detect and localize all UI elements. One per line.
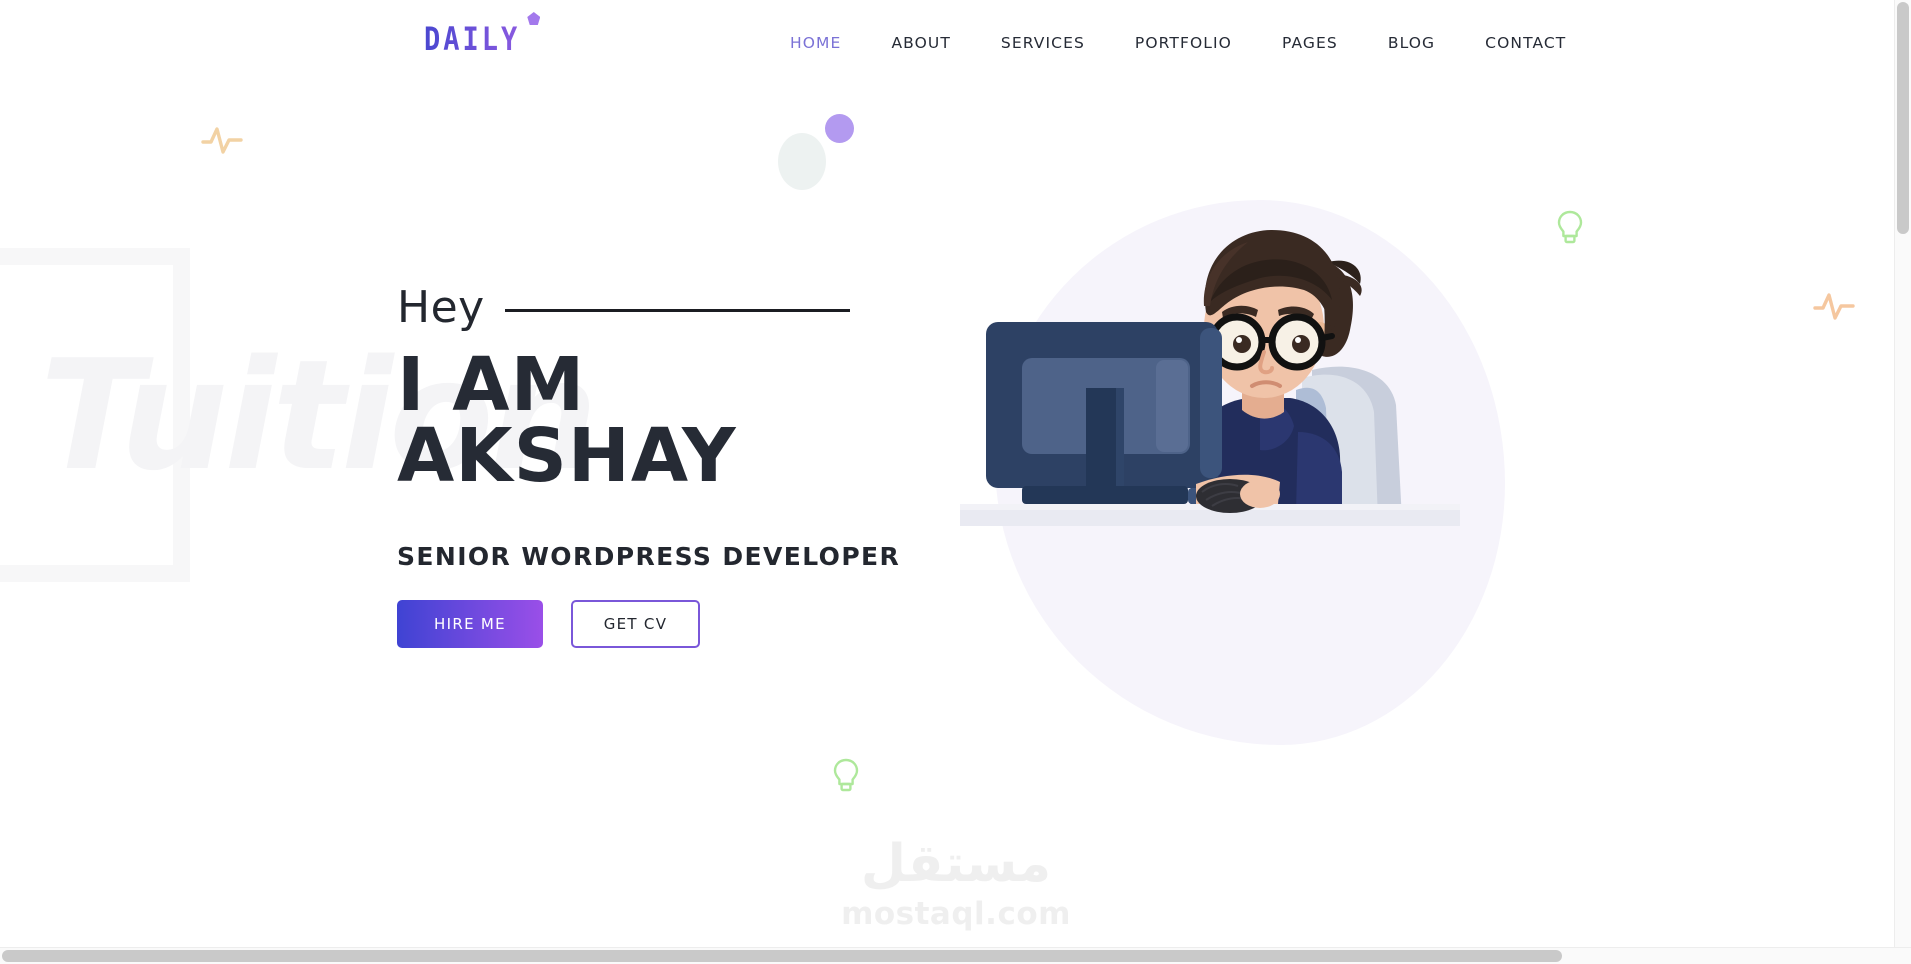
nav-item-portfolio[interactable]: PORTFOLIO [1135, 30, 1232, 56]
hero-text-block: Hey I AM AKSHAY SENIOR WORDPRESS DEVELOP… [397, 278, 900, 648]
mostaql-watermark-latin: mostaql.com [841, 896, 1071, 932]
hero-greeting-row: Hey [397, 278, 900, 338]
mostaql-watermark-arabic: مستقل [860, 834, 1052, 894]
pulse-wave-icon [201, 127, 243, 154]
page-root: Tuition DAILY HOME ABOUT SERVICES PORTFO… [0, 0, 1911, 964]
brand-logo-text: DAILY [424, 21, 521, 59]
nav-item-blog[interactable]: BLOG [1388, 30, 1435, 56]
light-bulb-icon-right [1557, 210, 1583, 244]
hire-me-button[interactable]: HIRE ME [397, 599, 543, 648]
hero-greeting-rule [504, 308, 850, 312]
hero-role-subtitle: SENIOR WORDPRESS DEVELOPER [397, 541, 901, 571]
brand-logo[interactable]: DAILY [424, 12, 541, 56]
brand-accent-pentagon-icon [527, 12, 541, 25]
pulse-wave-icon-right [1813, 293, 1855, 320]
horizontal-scrollbar-thumb[interactable] [2, 950, 1562, 962]
developer-at-desk-illustration [960, 200, 1540, 600]
light-bulb-icon-bottom [833, 758, 859, 792]
get-cv-button[interactable]: GET CV [571, 599, 700, 648]
scrollbar-corner [1895, 948, 1911, 964]
mostaql-watermark: مستقل mostaql.com [836, 838, 1076, 932]
purple-circle-shape [825, 114, 854, 143]
mint-oval-shape [778, 133, 826, 190]
nav-item-home[interactable]: HOME [790, 30, 841, 56]
nav-item-pages[interactable]: PAGES [1282, 30, 1338, 56]
nav-item-contact[interactable]: CONTACT [1485, 30, 1566, 56]
site-header: DAILY HOME ABOUT SERVICES PORTFOLIO PAGE… [0, 0, 1911, 80]
nav-item-about[interactable]: ABOUT [891, 30, 950, 56]
nav-item-services[interactable]: SERVICES [1001, 30, 1085, 56]
hero-heading-line2: AKSHAY [397, 413, 737, 500]
hero-heading: I AM AKSHAY [397, 348, 900, 500]
hero-action-buttons: HIRE ME GET CV [397, 599, 900, 648]
vertical-scrollbar-thumb[interactable] [1897, 2, 1909, 234]
main-navigation: HOME ABOUT SERVICES PORTFOLIO PAGES BLOG… [790, 30, 1566, 56]
hero-greeting: Hey [397, 282, 485, 333]
